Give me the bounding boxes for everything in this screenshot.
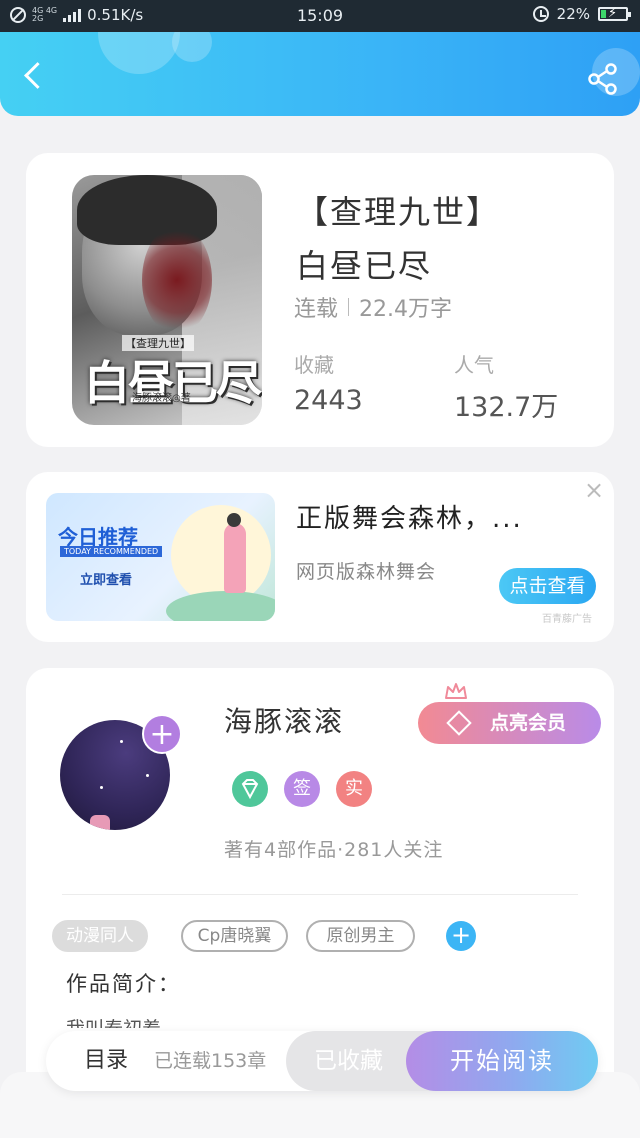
banner-figure xyxy=(224,523,246,593)
battery-icon: ⚡ xyxy=(598,6,631,21)
close-icon[interactable]: × xyxy=(584,478,604,502)
follow-plus-button[interactable]: + xyxy=(142,714,182,754)
vip-button-label: 点亮会员 xyxy=(490,712,567,734)
meta-separator xyxy=(348,298,350,316)
share-button[interactable] xyxy=(586,62,620,96)
back-button[interactable] xyxy=(22,60,46,90)
book-title: 【查理九世】 白昼已尽 xyxy=(296,185,500,293)
ad-view-button[interactable]: 点击查看 xyxy=(499,568,596,604)
book-status: 连载 xyxy=(294,297,339,322)
book-title-line2: 白昼已尽 xyxy=(296,247,433,285)
ad-banner-image[interactable]: 今日推荐 TODAY RECOMMENDED 立即查看 xyxy=(46,493,275,621)
top-header xyxy=(0,32,640,116)
diamond-icon xyxy=(446,710,472,736)
book-cover[interactable]: 【查理九世】 白昼已尽 海豚滚滚◎著 xyxy=(72,175,262,425)
avatar-star xyxy=(120,740,123,743)
decor-bubble xyxy=(98,32,180,74)
intro-label: 作品简介： xyxy=(66,972,181,996)
author-name: 海豚滚滚 xyxy=(224,705,345,738)
popularity-label: 人气 xyxy=(454,353,494,377)
toc-button[interactable]: 目录 xyxy=(84,1031,128,1091)
banner-sun xyxy=(171,505,271,605)
cover-author: 海豚滚滚◎著 xyxy=(132,393,191,404)
status-bar: 4G 4G 2G 0.51K/s 15:09 22% ⚡ xyxy=(0,0,640,32)
bottom-action-bar: 目录 已连载153章 已收藏 开始阅读 xyxy=(46,1031,598,1091)
avatar-figure xyxy=(90,815,110,830)
share-icon xyxy=(588,63,617,95)
avatar-star xyxy=(100,786,103,789)
book-title-line1: 【查理九世】 xyxy=(296,193,501,231)
cover-art-stain xyxy=(142,225,212,335)
follow-info: 著有4部作品·281人关注 xyxy=(224,839,444,861)
chapter-count: 已连载153章 xyxy=(154,1050,267,1072)
intro-text: 我叫泰初着 xyxy=(66,1014,161,1028)
ad-banner-cta: 立即查看 xyxy=(80,573,133,588)
banner-figure-head xyxy=(227,513,241,527)
book-word-count: 22.4万字 xyxy=(359,297,453,322)
vip-button[interactable]: 点亮会员 xyxy=(418,702,601,744)
battery-fill xyxy=(601,10,606,18)
ad-banner-subtitle: TODAY RECOMMENDED xyxy=(60,546,163,557)
medal-icon[interactable] xyxy=(232,771,268,807)
start-reading-button[interactable]: 开始阅读 xyxy=(406,1031,598,1091)
ad-source-tag: 百青藤广告 xyxy=(542,614,592,625)
verified-badge[interactable]: 实 xyxy=(336,771,372,807)
tag-item[interactable]: Cp唐晓翼 xyxy=(181,920,288,952)
charging-icon: ⚡ xyxy=(608,6,618,21)
banner-hill xyxy=(166,591,275,621)
book-meta: 连载 22.4万字 xyxy=(294,291,452,323)
crown-icon xyxy=(445,683,467,699)
battery-percent: 22% xyxy=(556,5,590,23)
ad-description: 网页版森林舞会 xyxy=(296,561,437,583)
medal-glyph xyxy=(241,779,259,800)
avatar-star xyxy=(146,774,149,777)
favorites-label: 收藏 xyxy=(294,353,334,377)
add-tag-button[interactable]: + xyxy=(446,921,476,951)
decor-bubble xyxy=(172,32,212,62)
alarm-icon xyxy=(532,6,549,22)
tag-item[interactable]: 原创男主 xyxy=(306,920,415,952)
tag-item[interactable]: 动漫同人 xyxy=(52,920,148,952)
favorites-value: 2443 xyxy=(294,385,363,416)
ad-title: 正版舞会森林，... xyxy=(296,504,523,534)
ad-card[interactable]: 今日推荐 TODAY RECOMMENDED 立即查看 正版舞会森林，... 网… xyxy=(26,472,614,642)
divider xyxy=(62,894,578,895)
status-time: 15:09 xyxy=(296,6,344,25)
book-info-card: 【查理九世】 白昼已尽 海豚滚滚◎著 【查理九世】 白昼已尽 连载 22.4万字… xyxy=(26,153,614,447)
popularity-value: 132.7万 xyxy=(454,392,559,423)
signed-badge[interactable]: 签 xyxy=(284,771,320,807)
